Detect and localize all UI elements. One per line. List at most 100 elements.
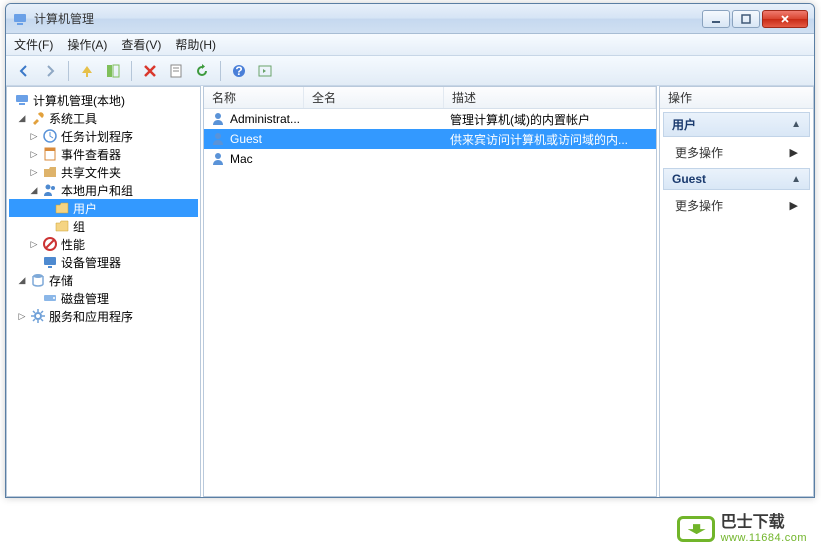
cell-name: Administrat... — [204, 111, 304, 127]
action-more-users[interactable]: 更多操作 ▶ — [663, 140, 810, 165]
user-icon — [210, 111, 226, 127]
cell-desc: 管理计算机(域)的内置帐户 — [444, 111, 656, 128]
watermark-cn: 巴士下载 — [721, 514, 807, 532]
user-icon — [210, 151, 226, 167]
tree-users[interactable]: 用户 — [9, 199, 198, 217]
list-body: Administrat... 管理计算机(域)的内置帐户Guest供来宾访问计算机… — [204, 109, 656, 496]
tree-label: 性能 — [61, 236, 85, 253]
col-desc[interactable]: 描述 — [444, 87, 656, 108]
tree-label: 共享文件夹 — [61, 164, 121, 181]
window: 计算机管理 文件(F) 操作(A) 查看(V) 帮助(H) ? — [5, 3, 815, 498]
folder-icon — [54, 218, 70, 234]
menu-action[interactable]: 操作(A) — [67, 36, 107, 53]
titlebar: 计算机管理 — [6, 4, 814, 34]
action-section-users[interactable]: 用户 ▲ — [663, 112, 810, 137]
window-buttons — [702, 10, 808, 28]
back-button[interactable] — [12, 59, 36, 83]
performance-icon — [42, 236, 58, 252]
tree-label: 组 — [73, 218, 85, 235]
toolbar-separator — [68, 61, 69, 81]
chevron-up-icon: ▲ — [791, 119, 801, 130]
nav-tree: 计算机管理(本地) ◢ 系统工具 ▷ 任务计划程序 ▷ — [7, 87, 200, 496]
tree-storage[interactable]: ◢ 存储 — [9, 271, 198, 289]
tree-event-viewer[interactable]: ▷ 事件查看器 — [9, 145, 198, 163]
maximize-button[interactable] — [732, 10, 760, 28]
toolbar-separator — [220, 61, 221, 81]
tree-label: 本地用户和组 — [61, 182, 133, 199]
refresh-button[interactable] — [190, 59, 214, 83]
list-panel: 名称 全名 描述 Administrat... 管理计算机(域)的内置帐户Gues… — [203, 86, 657, 497]
menu-file[interactable]: 文件(F) — [14, 36, 53, 53]
tree-shared-folders[interactable]: ▷ 共享文件夹 — [9, 163, 198, 181]
action-section-guest[interactable]: Guest ▲ — [663, 168, 810, 190]
show-hide-tree-button[interactable] — [101, 59, 125, 83]
menu-help[interactable]: 帮助(H) — [175, 36, 216, 53]
gear-icon — [30, 308, 46, 324]
expand-icon[interactable]: ▷ — [17, 311, 27, 322]
export-button[interactable] — [253, 59, 277, 83]
tree-label: 服务和应用程序 — [49, 308, 133, 325]
collapse-icon[interactable]: ◢ — [17, 113, 27, 124]
expand-icon[interactable]: ▷ — [29, 167, 39, 178]
forward-button[interactable] — [38, 59, 62, 83]
computer-icon — [14, 92, 30, 108]
minimize-button[interactable] — [702, 10, 730, 28]
actions-header: 操作 — [660, 87, 813, 109]
collapse-icon[interactable]: ◢ — [17, 275, 27, 286]
menubar: 文件(F) 操作(A) 查看(V) 帮助(H) — [6, 34, 814, 56]
collapse-icon[interactable]: ◢ — [29, 185, 39, 196]
col-name[interactable]: 名称 — [204, 87, 304, 108]
tree-label: 用户 — [73, 200, 97, 217]
tree-root[interactable]: 计算机管理(本地) — [9, 91, 198, 109]
cell-desc: 供来宾访问计算机或访问域的内... — [444, 131, 656, 148]
action-section-label: Guest — [672, 172, 706, 186]
close-button[interactable] — [762, 10, 808, 28]
list-row[interactable]: Administrat... 管理计算机(域)的内置帐户 — [204, 109, 656, 129]
tree-disk-management[interactable]: 磁盘管理 — [9, 289, 198, 307]
tree-panel: 计算机管理(本地) ◢ 系统工具 ▷ 任务计划程序 ▷ — [6, 86, 201, 497]
up-button[interactable] — [75, 59, 99, 83]
tree-services-apps[interactable]: ▷ 服务和应用程序 — [9, 307, 198, 325]
tree-groups[interactable]: 组 — [9, 217, 198, 235]
list-row[interactable]: Guest供来宾访问计算机或访问域的内... — [204, 129, 656, 149]
chevron-up-icon: ▲ — [791, 174, 801, 185]
app-icon — [12, 11, 28, 27]
share-icon — [42, 164, 58, 180]
expand-icon[interactable]: ▷ — [29, 149, 39, 160]
toolbar: ? — [6, 56, 814, 86]
tree-task-scheduler[interactable]: ▷ 任务计划程序 — [9, 127, 198, 145]
watermark-logo — [677, 516, 715, 542]
expand-icon[interactable]: ▷ — [29, 239, 39, 250]
chevron-right-icon: ▶ — [790, 146, 798, 159]
window-title: 计算机管理 — [34, 10, 702, 27]
tree-label: 任务计划程序 — [61, 128, 133, 145]
tree-label: 计算机管理(本地) — [33, 92, 125, 109]
list-row[interactable]: Mac — [204, 149, 656, 169]
event-icon — [42, 146, 58, 162]
disk-icon — [42, 290, 58, 306]
cell-name-text: Administrat... — [230, 112, 300, 126]
folder-icon — [54, 200, 70, 216]
col-fullname[interactable]: 全名 — [304, 87, 444, 108]
action-section-label: 用户 — [672, 116, 696, 133]
users-icon — [42, 182, 58, 198]
action-more-guest[interactable]: 更多操作 ▶ — [663, 193, 810, 218]
list-header: 名称 全名 描述 — [204, 87, 656, 109]
tree-system-tools[interactable]: ◢ 系统工具 — [9, 109, 198, 127]
help-button[interactable]: ? — [227, 59, 251, 83]
tree-local-users-groups[interactable]: ◢ 本地用户和组 — [9, 181, 198, 199]
delete-button[interactable] — [138, 59, 162, 83]
action-item-label: 更多操作 — [675, 197, 723, 214]
tree-performance[interactable]: ▷ 性能 — [9, 235, 198, 253]
tree-label: 磁盘管理 — [61, 290, 109, 307]
tree-device-manager[interactable]: 设备管理器 — [9, 253, 198, 271]
cell-name-text: Mac — [230, 152, 253, 166]
menu-view[interactable]: 查看(V) — [121, 36, 161, 53]
device-icon — [42, 254, 58, 270]
expand-icon[interactable]: ▷ — [29, 131, 39, 142]
user-icon — [210, 131, 226, 147]
tree-label: 系统工具 — [49, 110, 97, 127]
tree-label: 事件查看器 — [61, 146, 121, 163]
tree-label: 设备管理器 — [61, 254, 121, 271]
properties-button[interactable] — [164, 59, 188, 83]
